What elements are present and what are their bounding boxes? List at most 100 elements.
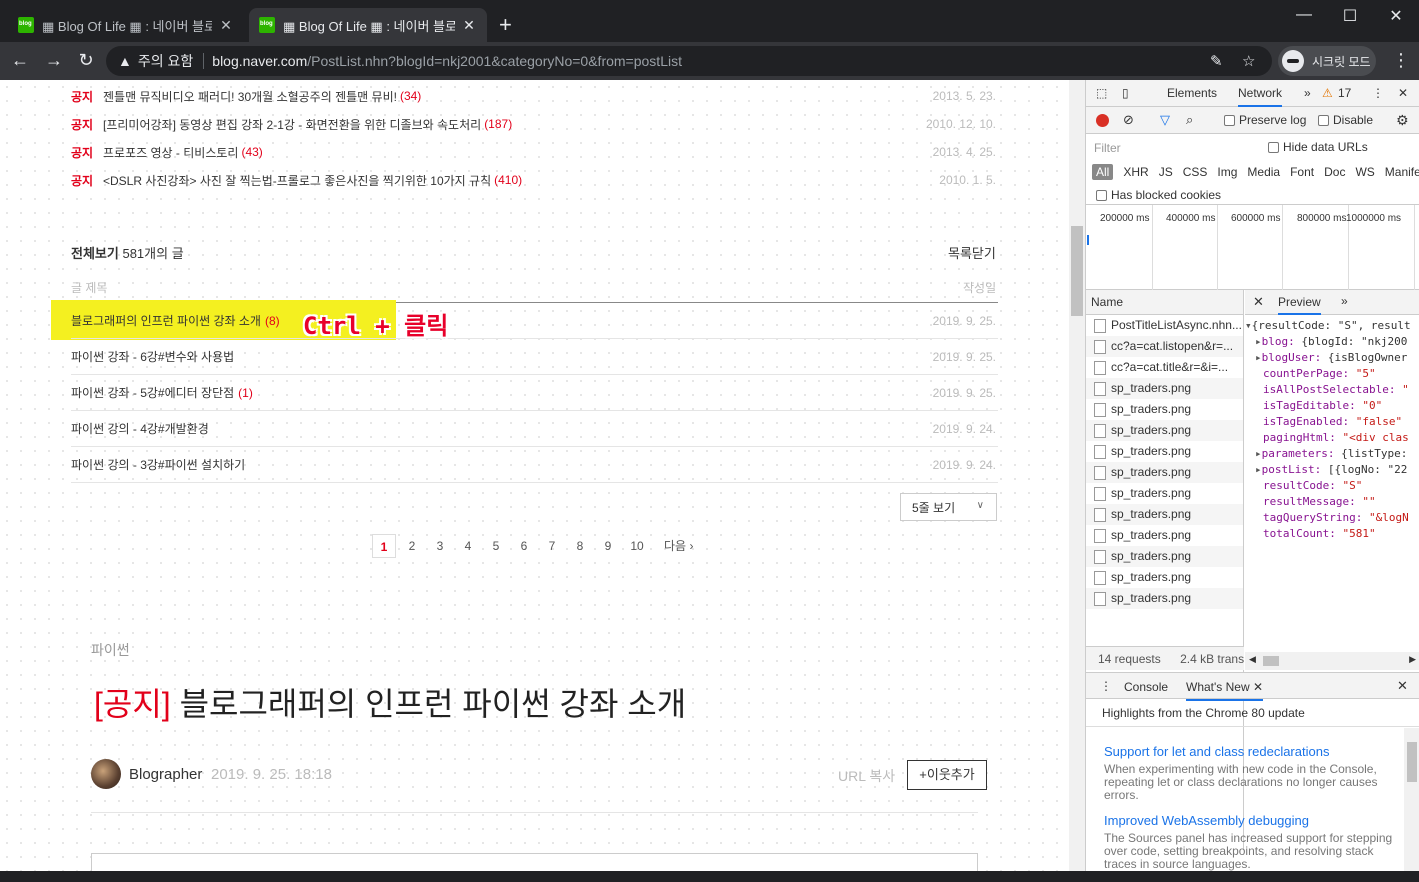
reload-icon[interactable]: ↻ xyxy=(74,50,98,71)
post-title-link[interactable]: 블로그래퍼의 인프런 파이썬 강좌 소개 xyxy=(71,312,261,329)
browser-tab-1[interactable]: ▦ Blog Of Life ▦ : 네이버 블로그 ✕ xyxy=(8,8,244,42)
search-icon[interactable]: ⌕ xyxy=(1186,112,1193,128)
type-ws[interactable]: WS xyxy=(1355,165,1374,179)
blocked-cookies-checkbox[interactable]: Has blocked cookies xyxy=(1096,188,1221,202)
type-doc[interactable]: Doc xyxy=(1324,165,1345,179)
request-row[interactable]: sp_traders.png xyxy=(1086,504,1243,525)
comment-count[interactable]: (43) xyxy=(241,145,262,159)
name-column-header[interactable]: Name xyxy=(1086,290,1243,315)
preview-hscrollbar[interactable]: ◀ ▶ xyxy=(1245,652,1419,670)
page-3-button[interactable]: 3 xyxy=(428,534,452,558)
type-all[interactable]: All xyxy=(1092,164,1114,180)
page-2-button[interactable]: 2 xyxy=(400,534,424,558)
window-close-button[interactable]: ✕ xyxy=(1373,6,1419,26)
checkbox-icon[interactable] xyxy=(1318,115,1329,127)
scrollbar-thumb[interactable] xyxy=(1071,226,1083,316)
post-title-link[interactable]: 파이썬 강좌 - 5강#에디터 장단점 xyxy=(71,384,234,401)
json-line[interactable]: ▾{resultCode: "S", result xyxy=(1245,318,1419,334)
comment-count[interactable]: (8) xyxy=(265,314,280,328)
back-arrow-icon[interactable]: ← xyxy=(8,50,32,71)
close-drawer-icon[interactable]: ✕ xyxy=(1397,678,1408,694)
request-row[interactable]: sp_traders.png xyxy=(1086,567,1243,588)
more-tabs-icon[interactable]: » xyxy=(1341,294,1348,308)
type-font[interactable]: Font xyxy=(1290,165,1314,179)
close-tab-icon[interactable]: ✕ xyxy=(1253,680,1263,694)
tab-whats-new[interactable]: What's New ✕ xyxy=(1186,680,1264,701)
new-tab-button[interactable]: + xyxy=(499,12,512,38)
inspect-element-icon[interactable]: ⬚ xyxy=(1096,86,1107,100)
scrollbar-thumb[interactable] xyxy=(1263,656,1279,666)
post-title-link[interactable]: 파이썬 강의 - 3강#파이썬 설치하기 xyxy=(71,456,245,473)
checkbox-icon[interactable] xyxy=(1224,115,1235,127)
tab-network[interactable]: Network xyxy=(1238,86,1283,107)
clear-icon[interactable]: ⊘ xyxy=(1123,112,1134,128)
request-row[interactable]: cc?a=cat.title&r=&i=... xyxy=(1086,357,1243,378)
comment-count[interactable]: (410) xyxy=(494,173,522,187)
request-row[interactable]: sp_traders.png xyxy=(1086,399,1243,420)
json-line[interactable]: ▸parameters: {listType: xyxy=(1245,446,1419,462)
comment-count[interactable]: (187) xyxy=(484,117,512,131)
request-row[interactable]: sp_traders.png xyxy=(1086,441,1243,462)
tab-close-icon[interactable]: ✕ xyxy=(461,17,477,34)
notice-title[interactable]: 젠틀맨 뮤직비디오 패러디! 30개월 소혈공주의 젠틀맨 뮤비! xyxy=(103,88,397,105)
expand-triangle-icon[interactable]: ▸ xyxy=(1255,447,1262,460)
next-page-button[interactable]: 다음 › xyxy=(664,534,693,558)
page-5-button[interactable]: 5 xyxy=(484,534,508,558)
browser-tab-2-active[interactable]: ▦ Blog Of Life ▦ : 네이버 블로그 ✕ xyxy=(249,8,487,42)
devtools-menu-icon[interactable]: ⋮ xyxy=(1372,86,1384,100)
minimize-button[interactable]: — xyxy=(1281,6,1327,24)
close-devtools-icon[interactable]: ✕ xyxy=(1398,86,1408,100)
page-9-button[interactable]: 9 xyxy=(596,534,620,558)
request-row[interactable]: cc?a=cat.listopen&r=... xyxy=(1086,336,1243,357)
type-xhr[interactable]: XHR xyxy=(1123,165,1148,179)
tab-elements[interactable]: Elements xyxy=(1167,86,1217,100)
url-copy-button[interactable]: URL 복사 xyxy=(838,766,895,786)
notice-title[interactable]: [프리미어강좌] 동영상 편집 강좌 2-1강 - 화면전환을 위한 디졸브와 … xyxy=(103,116,481,133)
drawer-scrollbar[interactable] xyxy=(1404,728,1419,871)
extension-blocked-icon[interactable]: ✎ xyxy=(1210,52,1223,70)
settings-gear-icon[interactable]: ⚙ xyxy=(1396,112,1409,129)
record-icon[interactable] xyxy=(1096,114,1109,127)
request-row[interactable]: sp_traders.png xyxy=(1086,483,1243,504)
type-css[interactable]: CSS xyxy=(1183,165,1208,179)
type-manifest[interactable]: Manifest xyxy=(1385,165,1419,179)
request-row[interactable]: sp_traders.png xyxy=(1086,462,1243,483)
list-item[interactable]: 파이썬 강의 - 4강#개발환경 2019. 9. 24. xyxy=(71,411,998,447)
request-row[interactable]: sp_traders.png xyxy=(1086,588,1243,609)
comment-count[interactable]: (34) xyxy=(400,89,421,103)
page-6-button[interactable]: 6 xyxy=(512,534,536,558)
preserve-log-checkbox[interactable]: Preserve log xyxy=(1224,113,1306,127)
address-bar[interactable]: ▲ 주의 요함 blog.naver.com/PostList.nhn?blog… xyxy=(106,46,1272,76)
author-name[interactable]: Blographer xyxy=(129,766,202,783)
post-category[interactable]: 파이썬 xyxy=(91,640,130,660)
close-detail-icon[interactable]: ✕ xyxy=(1253,294,1264,310)
expand-triangle-icon[interactable]: ▸ xyxy=(1255,463,1262,476)
disable-cache-checkbox[interactable]: Disable xyxy=(1318,113,1373,127)
filter-icon[interactable]: ▽ xyxy=(1160,112,1170,128)
page-1-button[interactable]: 1 xyxy=(372,534,396,558)
incognito-badge[interactable]: 시크릿 모드 xyxy=(1278,46,1376,76)
post-title-link[interactable]: 파이썬 강의 - 4강#개발환경 xyxy=(71,420,209,437)
list-item[interactable]: 블로그래퍼의 인프런 파이썬 강좌 소개 (8) 2019. 9. 25. xyxy=(71,303,998,339)
page-10-button[interactable]: 10 xyxy=(625,534,649,558)
hide-data-urls-checkbox[interactable]: Hide data URLs xyxy=(1268,140,1368,154)
post-title-link[interactable]: 파이썬 강좌 - 6강#변수와 사용법 xyxy=(71,348,234,365)
page-8-button[interactable]: 8 xyxy=(568,534,592,558)
device-toolbar-icon[interactable]: ▯ xyxy=(1122,86,1129,100)
comment-count[interactable]: (1) xyxy=(238,386,253,400)
forward-arrow-icon[interactable]: → xyxy=(42,50,66,71)
scroll-right-icon[interactable]: ▶ xyxy=(1409,654,1416,665)
network-timeline[interactable]: 200000 ms 400000 ms 600000 ms 800000 ms … xyxy=(1086,204,1419,291)
expand-triangle-icon[interactable]: ▸ xyxy=(1255,335,1262,348)
request-row[interactable]: PostTitleListAsync.nhn... xyxy=(1086,315,1243,336)
notice-row[interactable]: 공지 젠틀맨 뮤직비디오 패러디! 30개월 소혈공주의 젠틀맨 뮤비! (34… xyxy=(71,82,998,110)
expand-triangle-icon[interactable]: ▸ xyxy=(1255,351,1262,364)
avatar[interactable] xyxy=(91,759,121,789)
request-row[interactable]: sp_traders.png xyxy=(1086,378,1243,399)
json-line[interactable]: ▸postList: [{logNo: "22 xyxy=(1245,462,1419,478)
warning-icon[interactable]: ▲ xyxy=(118,53,132,69)
feature-link[interactable]: Improved WebAssembly debugging xyxy=(1104,813,1394,828)
notice-row[interactable]: 공지 <DSLR 사진강좌> 사진 잘 찍는법-프롤로그 좋은사진을 찍기위한 … xyxy=(71,166,998,194)
drawer-menu-icon[interactable]: ⋮ xyxy=(1100,679,1112,693)
close-list-button[interactable]: 목록닫기 xyxy=(948,243,996,262)
